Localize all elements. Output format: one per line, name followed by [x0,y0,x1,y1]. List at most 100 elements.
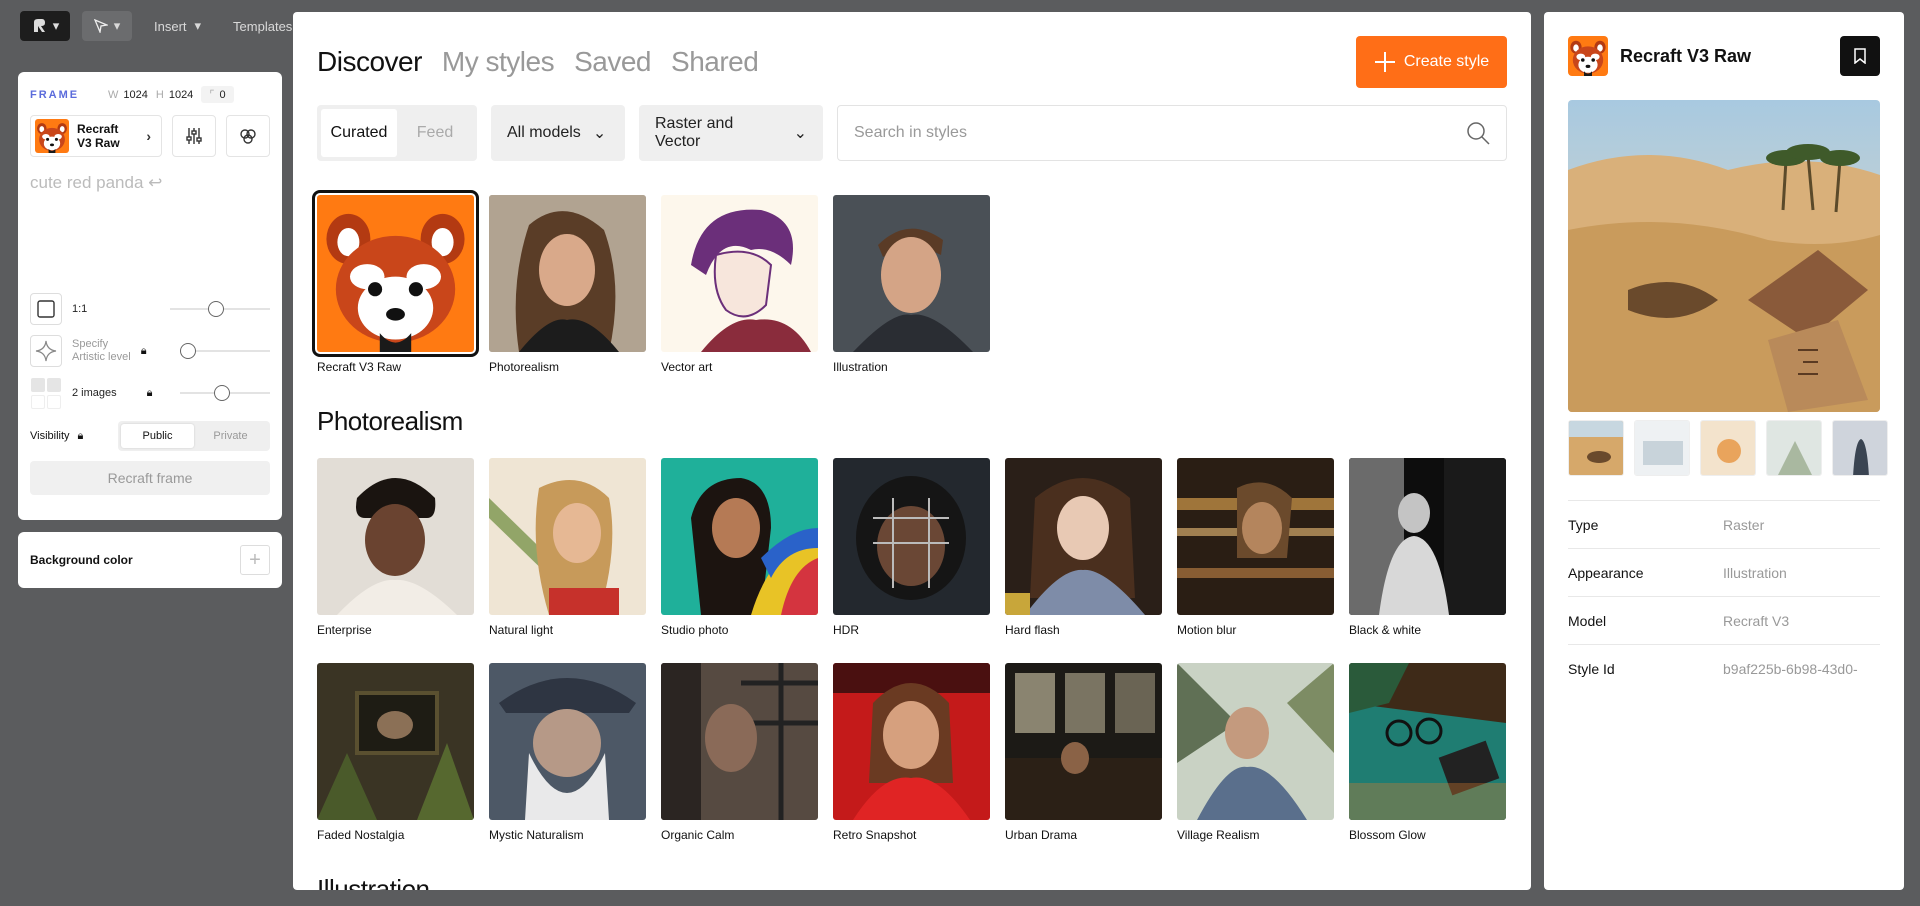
style-card-mystic-naturalism[interactable]: Mystic Naturalism [489,663,646,842]
style-card-urban-drama[interactable]: Urban Drama [1005,663,1162,842]
height-value: 1024 [168,88,194,101]
style-selector-button[interactable]: Recraft V3 Raw › [30,115,162,157]
radius-value: 0 [219,88,226,101]
sample-thumbnail[interactable] [1568,420,1624,476]
style-card-label: Illustration [833,360,888,374]
property-row-style-id: Style Id b9af225b-6b98-43d0- [1568,644,1880,692]
insert-label: Insert [154,18,187,34]
tab-discover[interactable]: Discover [317,46,422,78]
create-style-button[interactable]: Create style [1356,36,1507,88]
sample-thumbnail[interactable] [1634,420,1690,476]
style-card-organic-calm[interactable]: Organic Calm [661,663,818,842]
style-card-image [1177,458,1334,615]
chevron-down-icon: ▾ [194,18,202,33]
image-count-slider[interactable] [180,385,270,401]
style-card-label: Faded Nostalgia [317,828,405,842]
property-row-model: Model Recraft V3 [1568,596,1880,644]
tab-shared[interactable]: Shared [671,46,759,78]
lock-icon: 🔒︎ [77,429,84,442]
kind-dropdown[interactable]: Raster and Vector ⌄ [639,105,823,161]
sample-thumbnail[interactable] [1766,420,1822,476]
style-card-motion-blur[interactable]: Motion blur [1177,458,1334,637]
style-card-vector-art[interactable]: Vector art [661,195,818,374]
sample-thumbnail[interactable] [1832,420,1888,476]
style-card-label: Mystic Naturalism [489,828,584,842]
style-card-natural-light[interactable]: Natural light [489,458,646,637]
style-name-line2: V3 Raw [77,136,120,150]
search-icon [1467,122,1490,145]
aspect-ratio-value: 1:1 [72,303,88,315]
style-card-image [661,195,818,352]
height-field[interactable]: H 1024 [156,89,193,101]
width-field[interactable]: W 1024 [108,89,148,101]
search-placeholder: Search in styles [854,124,967,141]
settings-sliders-button[interactable] [172,115,216,157]
style-avatar [1568,36,1608,76]
visibility-private-option[interactable]: Private [194,424,267,448]
style-card-label: Urban Drama [1005,828,1078,842]
property-value: Illustration [1723,564,1787,581]
style-card-image [833,458,990,615]
slider-knob[interactable] [214,385,230,401]
chevron-down-icon: ▾ [52,18,60,33]
models-dropdown[interactable]: All models ⌄ [491,105,625,161]
style-card-image [317,663,474,820]
style-details-panel: Recraft V3 Raw Type Raster Appearance Illu… [1544,12,1904,890]
radius-field[interactable]: ⌜ 0 [201,86,234,103]
style-card-blossom-glow[interactable]: Blossom Glow [1349,663,1506,842]
lock-icon: 🔒︎ [140,344,147,357]
property-value: Raster [1723,516,1765,533]
style-card-black-white[interactable]: Black & white [1349,458,1506,637]
style-card-photorealism[interactable]: Photorealism [489,195,646,374]
style-card-studio-photo[interactable]: Studio photo [661,458,818,637]
curated-option[interactable]: Curated [321,109,397,157]
image-count-icon [30,377,62,409]
style-card-label: Natural light [489,623,554,637]
chevron-down-icon: ▾ [113,18,121,33]
prompt-input[interactable]: cute red panda ↩ [30,173,270,285]
property-value[interactable]: b9af225b-6b98-43d0- [1723,661,1880,677]
sample-thumbnail[interactable] [1700,420,1756,476]
insert-menu[interactable]: Insert ▾ [144,18,211,34]
visibility-control: Visibility 🔒︎ Public Private [30,421,270,451]
templates-menu[interactable]: Templates [223,19,302,34]
artistic-level-button[interactable] [30,335,62,367]
style-details-title: Recraft V3 Raw [1620,45,1752,66]
sparkle-icon [35,340,57,362]
aspect-ratio-slider[interactable] [170,301,270,317]
visibility-public-option[interactable]: Public [121,424,194,448]
slider-knob[interactable] [208,301,224,317]
style-card-label: Organic Calm [661,828,735,842]
select-tool-button[interactable]: ▾ [82,11,132,41]
artistic-level-slider[interactable] [180,343,270,359]
color-palette-button[interactable] [226,115,270,157]
tab-saved[interactable]: Saved [574,46,651,78]
app-menu-button[interactable]: ▾ [20,11,70,41]
style-card-hdr[interactable]: HDR [833,458,990,637]
style-card-label: Enterprise [317,623,372,637]
style-card-label: Black & white [1349,623,1422,637]
slider-knob[interactable] [180,343,196,359]
recraft-frame-button[interactable]: Recraft frame [30,461,270,495]
style-card-recraft-v3-raw[interactable]: Recraft V3 Raw [312,190,479,374]
plus-icon [1374,52,1395,72]
style-card-village-realism[interactable]: Village Realism [1177,663,1334,842]
tab-my-styles[interactable]: My styles [442,46,555,78]
style-card-illustration[interactable]: Illustration [833,195,990,374]
style-card-retro-snapshot[interactable]: Retro Snapshot [833,663,990,842]
aspect-ratio-button[interactable] [30,293,62,325]
property-row-type: Type Raster [1568,500,1880,548]
style-card-image [489,195,646,352]
add-background-color-button[interactable]: + [240,545,270,575]
styles-modal: Discover My styles Saved Shared Create s… [293,12,1531,890]
style-card-faded-nostalgia[interactable]: Faded Nostalgia [317,663,474,842]
property-key: Appearance [1568,564,1644,581]
style-search-input[interactable]: Search in styles [837,105,1507,161]
bookmark-button[interactable] [1840,36,1880,76]
style-card-image [1005,663,1162,820]
radius-icon: ⌜ [209,89,215,101]
style-card-enterprise[interactable]: Enterprise [317,458,474,637]
style-card-image [1005,458,1162,615]
feed-option[interactable]: Feed [397,109,473,157]
style-card-hard-flash[interactable]: Hard flash [1005,458,1162,637]
